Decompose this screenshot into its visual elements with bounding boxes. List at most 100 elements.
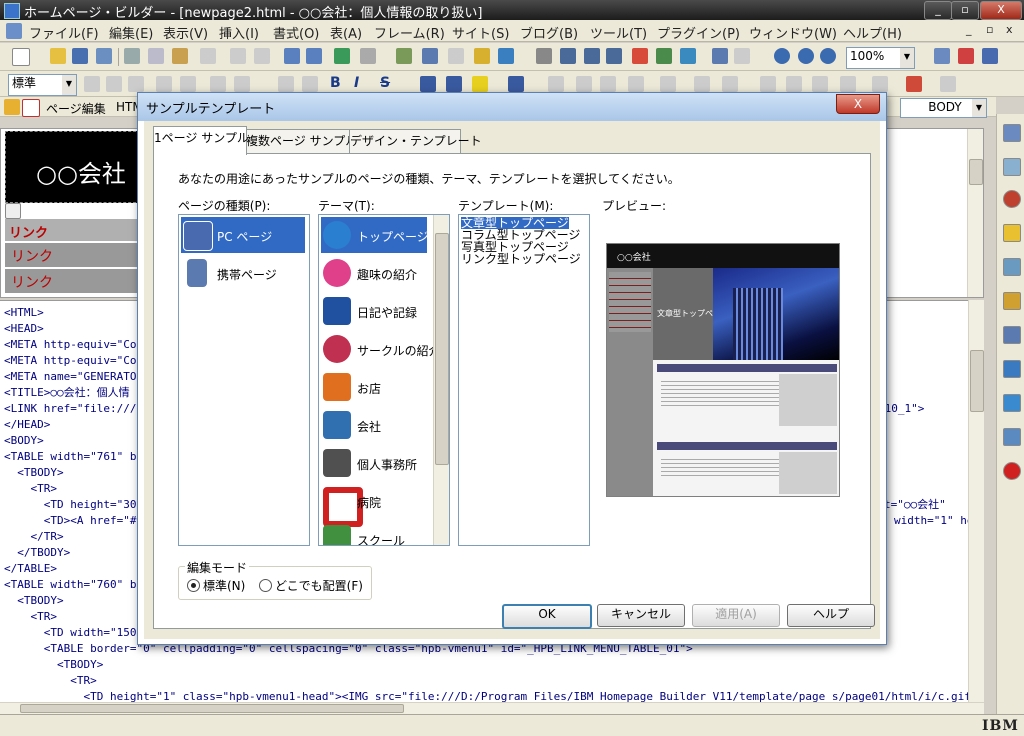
font-size-down-icon[interactable] (302, 76, 318, 92)
save-all-icon[interactable] (96, 48, 112, 64)
edit-icon[interactable] (284, 48, 300, 64)
outdent-icon[interactable] (234, 76, 250, 92)
list-item[interactable]: スクール (321, 521, 427, 545)
align-bottom-icon[interactable] (812, 76, 828, 92)
source-scrollbar[interactable] (968, 300, 984, 702)
cell-height-icon[interactable] (872, 76, 888, 92)
zoom-out-icon[interactable] (798, 48, 814, 64)
list-item[interactable]: 日記や記録 (321, 293, 427, 329)
scroll-thumb[interactable] (969, 159, 983, 185)
menu-help[interactable]: ヘルプ(H) (843, 23, 902, 42)
mdi-close-icon[interactable]: x (1006, 23, 1013, 36)
nav-link-3[interactable]: リンク (5, 269, 139, 293)
align-center-icon[interactable] (106, 76, 122, 92)
cell-width-icon[interactable] (840, 76, 856, 92)
apply-button[interactable]: 適用(A) (692, 604, 780, 627)
code-line[interactable]: <TITLE>○○会社：個人情 (4, 385, 130, 401)
scroll-thumb[interactable] (435, 233, 449, 465)
code-line[interactable]: <TBODY> (4, 465, 63, 481)
template-listbox[interactable]: 文章型トップページ コラム型トップページ 写真型トップページ リンク型トップペー… (458, 214, 590, 546)
menu-frame[interactable]: フレーム(R) (374, 23, 445, 42)
style-combo[interactable]: 標準 ▼ (8, 74, 77, 96)
cell-props-icon[interactable] (694, 76, 710, 92)
open-folder-icon[interactable] (50, 48, 66, 64)
site-panel-icon[interactable] (1003, 258, 1021, 276)
align-right-icon[interactable] (128, 76, 144, 92)
align-top-icon[interactable] (760, 76, 776, 92)
theme-scrollbar[interactable] (433, 215, 449, 545)
code-line[interactable]: <TD><A href="#sk (4, 513, 150, 529)
dialog-close-button[interactable]: X (836, 94, 880, 114)
maximize-button[interactable]: ▫ (951, 1, 979, 20)
code-line[interactable]: <TD width="150" (4, 625, 143, 641)
list-item[interactable]: PC ページ (181, 217, 305, 253)
tag-combo[interactable]: BODY ▼ (900, 98, 987, 118)
menu-insert[interactable]: 挿入(I) (219, 23, 259, 42)
numbered-list-icon[interactable] (180, 76, 196, 92)
cell-split-icon[interactable] (660, 76, 676, 92)
zoom-fit-icon[interactable] (820, 48, 836, 64)
list-item[interactable]: 趣味の紹介 (321, 255, 427, 291)
code-line[interactable]: </HEAD> (4, 417, 50, 433)
horizontal-scrollbar[interactable] (0, 702, 984, 714)
folder-panel-icon[interactable] (1003, 158, 1021, 176)
zoom-combo[interactable]: 100% ▼ (846, 47, 915, 69)
menu-view[interactable]: 表示(V) (163, 23, 208, 42)
object-icon[interactable] (448, 48, 464, 64)
color-icon[interactable] (632, 48, 648, 64)
layout-frame-icon[interactable] (584, 48, 600, 64)
view-panel-icon[interactable] (1003, 124, 1021, 142)
properties-icon[interactable] (306, 48, 322, 64)
image-icon[interactable] (498, 48, 514, 64)
page-edit-tab[interactable]: ページ編集 (46, 100, 106, 117)
code-line[interactable]: </TR> (4, 529, 63, 545)
font-color-icon[interactable] (420, 76, 436, 92)
source-view-icon[interactable] (958, 48, 974, 64)
menu-format[interactable]: 書式(O) (273, 23, 319, 42)
code-line[interactable]: <HEAD> (4, 321, 44, 337)
list-icon[interactable] (156, 76, 172, 92)
folder-icon[interactable] (1003, 224, 1021, 242)
code-line[interactable]: <TABLE width="761" bord (4, 449, 156, 465)
undo-icon[interactable] (230, 48, 246, 64)
check-panel-icon[interactable] (1003, 394, 1021, 412)
code-line[interactable]: <TBODY> (4, 657, 103, 673)
list-item[interactable]: トップページ (321, 217, 429, 253)
property-panel-icon[interactable] (1003, 360, 1021, 378)
radio-standard[interactable] (187, 579, 200, 592)
check-icon[interactable] (200, 48, 216, 64)
code-line[interactable]: <BODY> (4, 433, 44, 449)
list-item[interactable]: サークルの紹介 (321, 331, 441, 367)
close-window-button[interactable]: X (980, 1, 1022, 20)
font-color2-icon[interactable] (446, 76, 462, 92)
list-item[interactable]: お店 (321, 369, 427, 405)
menu-tools[interactable]: ツール(T) (590, 23, 647, 42)
radio-standard-label[interactable]: 標準(N) (203, 577, 245, 594)
new-file-icon[interactable] (12, 48, 30, 66)
italic-button[interactable]: I (354, 75, 359, 91)
strike-button[interactable]: S (380, 75, 390, 91)
font-style-icon[interactable] (508, 76, 524, 92)
list-item[interactable]: リンク型トップページ (461, 253, 581, 265)
code-line[interactable]: <META http-equiv="Conte (4, 337, 156, 353)
code-line[interactable]: <TD height="1" class="hpb-vmenu1-head"><… (4, 689, 968, 702)
minimize-button[interactable]: _ (924, 1, 952, 20)
parts-panel-icon[interactable] (1003, 190, 1021, 208)
menu-blog[interactable]: ブログ(B) (520, 23, 578, 42)
layer-icon[interactable] (606, 48, 622, 64)
indent-icon[interactable] (210, 76, 226, 92)
code-line-tail[interactable]: width="1" he (894, 513, 968, 529)
code-line[interactable]: <HTML> (4, 305, 44, 321)
anchor-icon[interactable] (360, 48, 376, 64)
table-insert-icon[interactable] (548, 76, 564, 92)
ftp-icon[interactable] (734, 48, 750, 64)
code-line[interactable]: <TBODY> (4, 593, 63, 609)
preview-view-icon[interactable] (982, 48, 998, 64)
nav-link-1[interactable]: リンク (5, 219, 139, 241)
code-panel-icon[interactable] (1003, 326, 1021, 344)
code-line[interactable]: </TBODY> (4, 545, 70, 561)
bold-button[interactable]: B (330, 75, 341, 91)
code-line[interactable]: <META name="GENERATOR" (4, 369, 150, 385)
mdi-restore-icon[interactable]: ▫ (986, 23, 993, 36)
code-line-tail[interactable]: t="○○会社" (884, 497, 946, 513)
